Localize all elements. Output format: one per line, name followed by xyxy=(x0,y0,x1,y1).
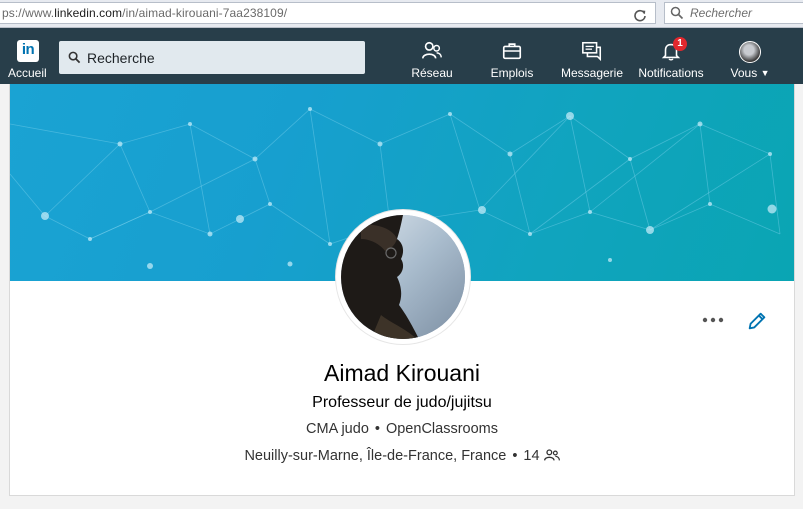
nav-item-notifications[interactable]: 1 Notifications xyxy=(634,36,708,84)
profile-headline: Professeur de judo/jujitsu xyxy=(312,394,492,411)
browser-toolbar: ps://www.linkedin.com/in/aimad-kirouani-… xyxy=(0,0,803,28)
person-silhouette-graphic xyxy=(341,215,465,339)
nav-item-network[interactable]: Réseau xyxy=(406,36,458,84)
nav-label-messaging: Messagerie xyxy=(560,66,624,80)
linkedin-logo-icon[interactable]: in xyxy=(17,40,39,62)
home-label[interactable]: Accueil xyxy=(8,66,47,80)
separator-dot: • xyxy=(512,448,518,464)
edit-pencil-icon[interactable] xyxy=(746,310,768,332)
connections-icon xyxy=(543,449,560,461)
address-bar[interactable]: ps://www.linkedin.com/in/aimad-kirouani-… xyxy=(0,2,656,24)
notification-badge: 1 xyxy=(673,37,687,51)
search-icon xyxy=(68,51,81,64)
briefcase-icon xyxy=(502,43,522,60)
browser-search-placeholder: Rechercher xyxy=(690,6,753,20)
profile-photo[interactable] xyxy=(336,210,470,344)
messaging-icon xyxy=(582,41,602,62)
nav-item-me[interactable]: Vous ▼ xyxy=(726,36,774,84)
more-options-icon[interactable] xyxy=(702,314,724,326)
nav-search-input[interactable]: Recherche xyxy=(59,41,365,74)
profile-location-line: Neuilly-sur-Marne, Île-de-France, France… xyxy=(10,448,794,464)
company-cma-judo[interactable]: CMA judo xyxy=(306,421,369,437)
company-openclassrooms[interactable]: OpenClassrooms xyxy=(386,421,498,437)
connections-count[interactable]: 14 xyxy=(523,448,539,464)
profile-name: Aimad Kirouani xyxy=(324,360,480,386)
profile-companies: CMA judo • OpenClassrooms xyxy=(10,421,794,437)
nav-search-placeholder: Recherche xyxy=(87,50,155,66)
search-icon xyxy=(670,6,684,20)
profile-photo-image xyxy=(341,215,465,339)
nav-label-notifications: Notifications xyxy=(638,66,704,80)
caret-down-icon: ▼ xyxy=(760,68,770,78)
nav-label-me: Vous ▼ xyxy=(730,66,770,80)
separator-dot: • xyxy=(374,421,380,437)
url-text: ps://www.linkedin.com/in/aimad-kirouani-… xyxy=(2,6,288,20)
nav-item-jobs[interactable]: Emplois xyxy=(486,36,538,84)
nav-item-messaging[interactable]: Messagerie xyxy=(558,36,626,84)
browser-search-box[interactable]: Rechercher xyxy=(664,2,803,24)
network-icon xyxy=(422,41,442,59)
profile-location: Neuilly-sur-Marne, Île-de-France, France xyxy=(244,448,507,464)
nav-label-network: Réseau xyxy=(411,66,453,80)
nav-label-jobs: Emplois xyxy=(490,66,534,80)
reload-icon[interactable] xyxy=(632,7,648,23)
